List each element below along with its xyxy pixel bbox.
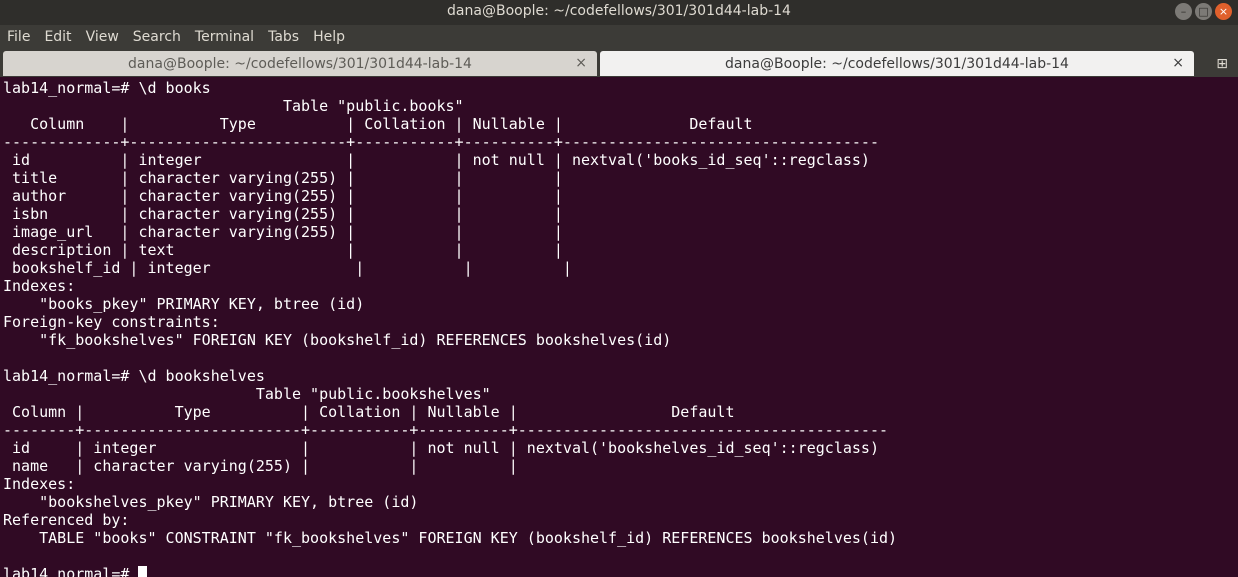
terminal-line: Column | Type | Collation | Nullable | D… [3, 403, 735, 421]
terminal-line: Indexes: [3, 277, 76, 295]
tab-label: dana@Boople: ~/codefellows/301/301d44-la… [128, 56, 472, 72]
terminal-line: lab14_normal=# \d books [3, 79, 211, 97]
terminal-line: description | text | | | [3, 241, 563, 259]
menu-tabs[interactable]: Tabs [261, 29, 306, 45]
terminal-line: "fk_bookshelves" FOREIGN KEY (bookshelf_… [3, 331, 672, 349]
tab-label: dana@Boople: ~/codefellows/301/301d44-la… [725, 56, 1069, 72]
minimize-icon[interactable]: – [1175, 3, 1192, 20]
tab-1[interactable]: dana@Boople: ~/codefellows/301/301d44-la… [3, 51, 597, 76]
terminal-line: isbn | character varying(255) | | | [3, 205, 563, 223]
terminal-line: name | character varying(255) | | | [3, 457, 518, 475]
menu-help[interactable]: Help [306, 29, 352, 45]
menu-file[interactable]: File [0, 29, 37, 45]
menu-view[interactable]: View [79, 29, 126, 45]
terminal-line: Referenced by: [3, 511, 130, 529]
terminal-line: Table "public.books" [3, 97, 464, 115]
terminal-line: -------------+------------------------+-… [3, 133, 879, 151]
terminal-line: Table "public.bookshelves" [3, 385, 491, 403]
terminal-line: id | integer | | not null | nextval('boo… [3, 439, 879, 457]
close-icon[interactable]: × [1215, 3, 1232, 20]
terminal-line: Foreign-key constraints: [3, 313, 220, 331]
terminal-line: image_url | character varying(255) | | | [3, 223, 563, 241]
terminal-line: lab14_normal=# \d bookshelves [3, 367, 265, 385]
tab-close-icon[interactable]: × [1172, 55, 1184, 71]
terminal-area[interactable]: lab14_normal=# \d books Table "public.bo… [0, 77, 1238, 577]
window-controls: – □ × [1175, 3, 1232, 20]
tab-close-icon[interactable]: × [575, 55, 587, 71]
terminal-line: Column | Type | Collation | Nullable | D… [3, 115, 753, 133]
terminal-line: TABLE "books" CONSTRAINT "fk_bookshelves… [3, 529, 898, 547]
maximize-icon[interactable]: □ [1195, 3, 1212, 20]
menu-terminal[interactable]: Terminal [188, 29, 261, 45]
terminal-line: id | integer | | not null | nextval('boo… [3, 151, 870, 169]
terminal-output: lab14_normal=# \d books Table "public.bo… [0, 77, 1238, 577]
terminal-line: title | character varying(255) | | | [3, 169, 563, 187]
menu-search[interactable]: Search [126, 29, 188, 45]
tab-bar: dana@Boople: ~/codefellows/301/301d44-la… [0, 50, 1238, 77]
terminal-cursor [138, 566, 148, 577]
terminal-prompt: lab14_normal=# [3, 565, 139, 577]
terminal-line: author | character varying(255) | | | [3, 187, 563, 205]
window-title: dana@Boople: ~/codefellows/301/301d44-la… [447, 3, 791, 19]
tab-2-active[interactable]: dana@Boople: ~/codefellows/301/301d44-la… [600, 51, 1194, 76]
window-titlebar: dana@Boople: ~/codefellows/301/301d44-la… [0, 0, 1238, 25]
menu-edit[interactable]: Edit [37, 29, 78, 45]
terminal-line: --------+------------------------+------… [3, 421, 889, 439]
terminal-line: "books_pkey" PRIMARY KEY, btree (id) [3, 295, 365, 313]
new-tab-icon[interactable]: ⊞ [1216, 56, 1228, 72]
terminal-line: "bookshelves_pkey" PRIMARY KEY, btree (i… [3, 493, 419, 511]
menu-bar: File Edit View Search Terminal Tabs Help [0, 25, 1238, 50]
terminal-line: bookshelf_id | integer | | | [3, 259, 572, 277]
terminal-line: Indexes: [3, 475, 76, 493]
